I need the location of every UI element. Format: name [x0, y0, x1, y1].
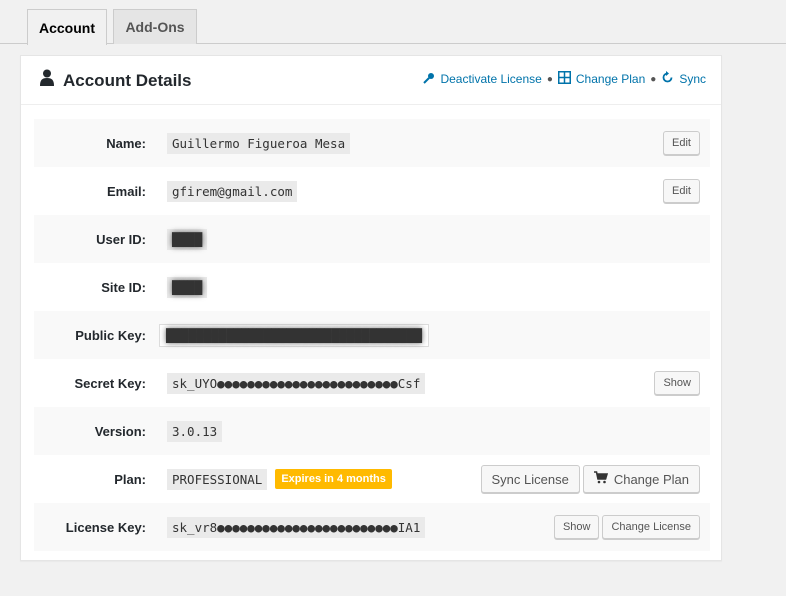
deactivate-license-label: Deactivate License [440, 72, 542, 86]
public-key-label: Public Key: [75, 327, 146, 343]
change-license-button[interactable]: Change License [602, 515, 700, 539]
plan-label: Plan: [114, 471, 146, 487]
version-value: 3.0.13 [167, 420, 223, 442]
refresh-icon [661, 71, 674, 87]
change-plan-button[interactable]: Change Plan [582, 465, 700, 493]
deactivate-license-link[interactable]: Deactivate License [423, 72, 542, 87]
change-plan-label: Change Plan [575, 72, 646, 86]
secret-key-label: Secret Key: [74, 375, 146, 391]
header-actions: Deactivate License ● Change Plan ● Sync [423, 71, 706, 87]
user-id-label: User ID: [96, 231, 146, 247]
sync-link[interactable]: Sync [661, 71, 706, 87]
plan-value: PROFESSIONAL [167, 468, 268, 490]
edit-email-button[interactable]: Edit [663, 179, 700, 203]
tab-account[interactable]: Account [27, 9, 107, 45]
license-key-label: License Key: [65, 519, 146, 535]
tab-add-ons[interactable]: Add-Ons [113, 9, 197, 44]
email-label: Email: [106, 183, 146, 199]
details-list: Name: Guillermo Figueroa Mesa Edit Email… [34, 119, 710, 551]
key-icon [423, 72, 435, 87]
account-details-card: Account Details Deactivate License ● Cha… [20, 55, 722, 561]
row-site-id: Site ID: ████ [34, 263, 710, 311]
row-user-id: User ID: ████ [34, 215, 710, 263]
card-title-text: Account Details [63, 70, 192, 90]
version-label: Version: [94, 423, 146, 439]
user-id-value-redacted: ████ [167, 228, 208, 250]
cart-icon [593, 471, 608, 487]
row-license-key: License Key: sk_vr8●●●●●●●●●●●●●●●●●●●●●… [34, 503, 710, 551]
site-id-value-redacted: ████ [167, 276, 208, 298]
row-secret-key: Secret Key: sk_UYO●●●●●●●●●●●●●●●●●●●●●●… [34, 359, 710, 407]
expiry-badge: Expires in 4 months [275, 469, 392, 489]
grid-icon [557, 71, 571, 87]
row-name: Name: Guillermo Figueroa Mesa Edit [34, 119, 710, 167]
tab-bar: Account Add-Ons [0, 0, 786, 45]
row-plan: Plan: PROFESSIONAL Expires in 4 months S… [34, 455, 710, 503]
license-key-value: sk_vr8●●●●●●●●●●●●●●●●●●●●●●●●IA1 [167, 516, 426, 538]
edit-name-button[interactable]: Edit [663, 131, 700, 155]
public-key-value-redacted[interactable]: ██████████████████████████████████ [159, 323, 429, 347]
row-public-key: Public Key: ████████████████████████████… [34, 311, 710, 359]
sync-license-button[interactable]: Sync License [480, 465, 580, 493]
change-plan-button-label: Change Plan [613, 471, 689, 487]
show-secret-key-button[interactable]: Show [654, 371, 700, 395]
card-header: Account Details Deactivate License ● Cha… [21, 56, 721, 105]
secret-key-value: sk_UYO●●●●●●●●●●●●●●●●●●●●●●●●Csf [167, 372, 426, 394]
card-title: Account Details [39, 69, 191, 92]
email-value: gfirem@gmail.com [167, 180, 298, 202]
separator-dot: ● [546, 73, 553, 85]
name-value: Guillermo Figueroa Mesa [167, 132, 351, 154]
user-icon [39, 69, 55, 92]
separator-dot: ● [650, 73, 657, 85]
change-plan-link[interactable]: Change Plan [557, 71, 646, 87]
show-license-key-button[interactable]: Show [553, 515, 600, 539]
row-version: Version: 3.0.13 [34, 407, 710, 455]
sync-label: Sync [679, 72, 706, 86]
name-label: Name: [106, 135, 146, 151]
row-email: Email: gfirem@gmail.com Edit [34, 167, 710, 215]
site-id-label: Site ID: [101, 279, 146, 295]
